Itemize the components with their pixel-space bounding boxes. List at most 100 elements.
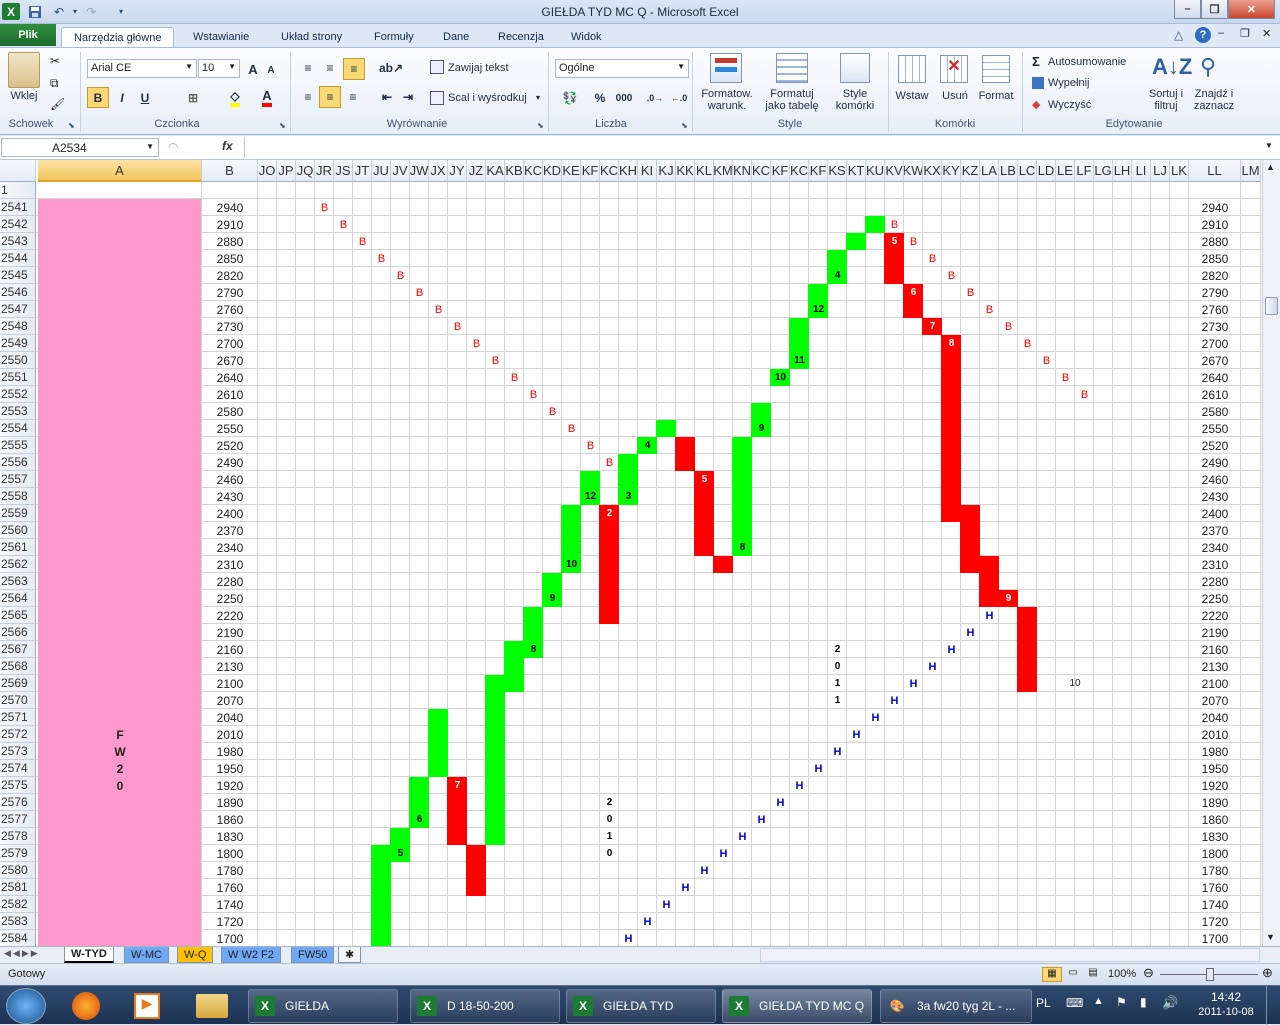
column-header-kv[interactable]: KV bbox=[885, 160, 904, 182]
column-header-jz[interactable]: JZ bbox=[467, 160, 486, 182]
help-icon[interactable]: ? bbox=[1195, 27, 1211, 43]
price-cell[interactable]: 2880 bbox=[202, 233, 258, 250]
column-header-ku[interactable]: KU bbox=[866, 160, 885, 182]
sort-filter-button[interactable]: Sortuj i filtruj bbox=[1144, 88, 1188, 112]
cut-icon[interactable]: ✂ bbox=[50, 54, 60, 68]
green-bar[interactable] bbox=[371, 845, 391, 946]
minimize-button[interactable]: – bbox=[1174, 0, 1201, 19]
column-header-kl[interactable]: KL bbox=[695, 160, 714, 182]
green-bar[interactable] bbox=[485, 675, 505, 845]
row-header[interactable]: 2559 bbox=[0, 505, 36, 522]
increase-indent-icon[interactable]: ⇥ bbox=[398, 87, 418, 107]
red-bar[interactable] bbox=[960, 505, 980, 573]
decrease-decimal-icon[interactable]: ←.0 bbox=[668, 88, 690, 108]
price-cell-right[interactable]: 2820 bbox=[1189, 267, 1241, 284]
price-cell[interactable]: 2820 bbox=[202, 267, 258, 284]
scroll-thumb[interactable] bbox=[1265, 297, 1278, 315]
close-button[interactable]: ✕ bbox=[1228, 0, 1275, 19]
workbook-minimize-icon[interactable]: – bbox=[1218, 27, 1224, 39]
price-cell[interactable]: 2490 bbox=[202, 454, 258, 471]
price-cell[interactable]: 1980 bbox=[202, 743, 258, 760]
row-header[interactable]: 2563 bbox=[0, 573, 36, 590]
autosum-button[interactable]: Autosumowanie bbox=[1048, 56, 1126, 68]
tab-insert[interactable]: Wstawianie bbox=[181, 27, 261, 48]
clipboard-launcher-icon[interactable]: ⬊ bbox=[68, 121, 75, 130]
column-header-lh[interactable]: LH bbox=[1113, 160, 1132, 182]
row-header[interactable]: 2544 bbox=[0, 250, 36, 267]
row-header[interactable]: 2561 bbox=[0, 539, 36, 556]
name-box[interactable]: A2534 ▼ bbox=[1, 138, 159, 157]
price-cell[interactable]: 2580 bbox=[202, 403, 258, 420]
red-bar[interactable] bbox=[979, 556, 999, 607]
zoom-out-icon[interactable]: ⊖ bbox=[1143, 965, 1154, 981]
price-cell-right[interactable]: 1920 bbox=[1189, 777, 1241, 794]
page-break-view-icon[interactable]: ▤ bbox=[1084, 967, 1102, 982]
format-cells-icon[interactable] bbox=[982, 55, 1010, 83]
merge-center-button[interactable]: Scal i wyśrodkuj bbox=[448, 92, 527, 104]
price-cell[interactable]: 1830 bbox=[202, 828, 258, 845]
row-header[interactable]: 2582 bbox=[0, 896, 36, 913]
column-header-la[interactable]: LA bbox=[980, 160, 999, 182]
wrap-text-button[interactable]: Zawijaj tekst bbox=[448, 62, 509, 74]
clear-button[interactable]: Wyczyść bbox=[1048, 99, 1091, 111]
price-cell-right[interactable]: 2460 bbox=[1189, 471, 1241, 488]
grow-font-button[interactable]: A bbox=[245, 60, 261, 78]
sort-filter-icon[interactable]: A↓Z bbox=[1152, 54, 1192, 80]
price-cell[interactable]: 2520 bbox=[202, 437, 258, 454]
minimize-ribbon-icon[interactable]: △ bbox=[1174, 28, 1183, 42]
column-header-jt[interactable]: JT bbox=[353, 160, 372, 182]
row-header[interactable]: 2573 bbox=[0, 743, 36, 760]
price-cell-right[interactable]: 2370 bbox=[1189, 522, 1241, 539]
network-icon[interactable]: ▮ bbox=[1140, 995, 1147, 1009]
price-cell[interactable]: 2940 bbox=[202, 199, 258, 216]
row-header[interactable]: 2566 bbox=[0, 624, 36, 641]
price-cell-right[interactable]: 2940 bbox=[1189, 199, 1241, 216]
row-header[interactable]: 2562 bbox=[0, 556, 36, 573]
price-cell-right[interactable]: 1780 bbox=[1189, 862, 1241, 879]
price-cell-right[interactable]: 2340 bbox=[1189, 539, 1241, 556]
row-header[interactable]: 2554 bbox=[0, 420, 36, 437]
column-header-jq[interactable]: JQ bbox=[296, 160, 315, 182]
workbook-restore-icon[interactable]: ❐ bbox=[1240, 27, 1250, 40]
column-header-lk[interactable]: LK bbox=[1170, 160, 1189, 182]
price-cell-right[interactable]: 1740 bbox=[1189, 896, 1241, 913]
insert-cells-button[interactable]: Wstaw bbox=[892, 90, 932, 102]
red-bar[interactable] bbox=[675, 437, 695, 471]
align-middle-icon[interactable]: ≡ bbox=[320, 58, 340, 78]
column-header-js[interactable]: JS bbox=[334, 160, 353, 182]
number-launcher-icon[interactable]: ⬊ bbox=[681, 121, 688, 130]
zoom-level[interactable]: 100% bbox=[1108, 968, 1136, 980]
column-header-kh[interactable]: KH bbox=[619, 160, 638, 182]
price-cell-right[interactable]: 2790 bbox=[1189, 284, 1241, 301]
price-cell[interactable]: 2340 bbox=[202, 539, 258, 556]
price-cell-right[interactable]: 1860 bbox=[1189, 811, 1241, 828]
row-header[interactable]: 2545 bbox=[0, 267, 36, 284]
column-header-kb[interactable]: KB bbox=[505, 160, 524, 182]
price-cell[interactable]: 1800 bbox=[202, 845, 258, 862]
taskbar-window-button[interactable]: X GIEŁDA TYD bbox=[566, 989, 716, 1023]
price-cell[interactable]: 2640 bbox=[202, 369, 258, 386]
column-header-ky[interactable]: KY bbox=[942, 160, 961, 182]
price-cell-right[interactable]: 2490 bbox=[1189, 454, 1241, 471]
row-header[interactable]: 2580 bbox=[0, 862, 36, 879]
price-cell-right[interactable]: 2850 bbox=[1189, 250, 1241, 267]
column-header-kd[interactable]: KD bbox=[543, 160, 562, 182]
price-cell[interactable]: 2250 bbox=[202, 590, 258, 607]
price-cell-right[interactable]: 2670 bbox=[1189, 352, 1241, 369]
column-header-le[interactable]: LE bbox=[1056, 160, 1075, 182]
shrink-font-button[interactable]: A bbox=[264, 62, 278, 78]
column-header-ju[interactable]: JU bbox=[372, 160, 391, 182]
price-cell-right[interactable]: 2580 bbox=[1189, 403, 1241, 420]
price-cell[interactable]: 2130 bbox=[202, 658, 258, 675]
column-header-lf[interactable]: LF bbox=[1075, 160, 1094, 182]
row-header[interactable]: 2569 bbox=[0, 675, 36, 692]
row-header[interactable]: 2541 bbox=[0, 199, 36, 216]
column-header-lc[interactable]: LC bbox=[1018, 160, 1037, 182]
page-layout-view-icon[interactable]: ▭ bbox=[1064, 967, 1082, 982]
price-cell[interactable]: 1890 bbox=[202, 794, 258, 811]
row-header[interactable]: 2575 bbox=[0, 777, 36, 794]
percent-button[interactable]: % bbox=[591, 88, 609, 108]
sheet-tab[interactable]: W-Q bbox=[177, 947, 214, 963]
workbook-close-icon[interactable]: ✕ bbox=[1262, 27, 1271, 40]
tab-home[interactable]: Narzędzia główne bbox=[61, 27, 175, 48]
